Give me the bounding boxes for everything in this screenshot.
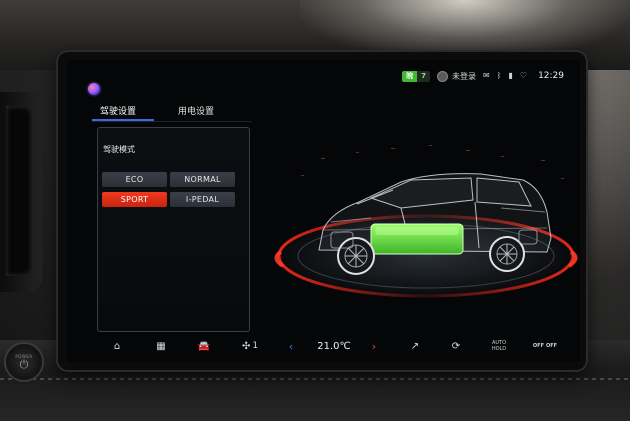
esp-off-label: OFF — [532, 343, 544, 349]
power-icon: ⏻ — [19, 357, 29, 371]
auto-hold-line2: HOLD — [491, 346, 507, 352]
temp-down-button[interactable]: ‹ — [283, 334, 299, 358]
esp-off-button[interactable]: OFF OFF — [528, 334, 562, 358]
apps-grid-icon[interactable]: ▦ — [150, 334, 172, 358]
tab-power-settings[interactable]: 用电设置 — [178, 104, 214, 117]
temp-up-button[interactable]: › — [366, 334, 382, 358]
message-icon[interactable]: ✉ — [483, 71, 490, 81]
tab-drive-settings[interactable]: 驾驶设置 — [100, 104, 136, 117]
drive-mode-panel: 驾驶模式 ECO NORMAL SPORT I-PEDAL — [97, 127, 250, 332]
drive-mode-title: 驾驶模式 — [103, 145, 135, 154]
fan-level: 1 — [252, 341, 259, 351]
mode-eco-button[interactable]: ECO — [102, 172, 167, 187]
esp-off-label-2: OFF — [546, 343, 558, 349]
temperature-readout: 21.0℃ — [317, 340, 351, 352]
fan-control[interactable]: ✣ 1 — [234, 334, 266, 358]
active-tab-indicator — [92, 119, 154, 121]
window-glare — [300, 0, 630, 60]
plate-number: 7 — [417, 70, 430, 82]
infotainment-screen: 皖 7 未登录 ✉ ᛒ ▮ ♡ 12:29 驾驶设置 用电设置 驾驶模式 ECO… — [66, 60, 580, 362]
car-icon[interactable]: 🚘 — [193, 334, 215, 358]
fan-icon: ✣ — [241, 340, 251, 352]
bluetooth-icon: ᛒ — [496, 71, 502, 80]
clock: 12:29 — [538, 71, 564, 81]
mode-sport-button[interactable]: SPORT — [102, 192, 167, 207]
plate-letter: 皖 — [402, 70, 418, 82]
license-plate-badge: 皖 7 — [402, 70, 430, 82]
user-login-label[interactable]: 未登录 — [452, 71, 476, 82]
bottom-dock: ⌂ ▦ 🚘 ✣ 1 ‹ 21.0℃ › ↗ ⟳ AUTO HOLD OFF OF… — [66, 330, 580, 362]
status-bar: 皖 7 未登录 ✉ ᛒ ▮ ♡ 12:29 — [402, 68, 564, 84]
user-avatar-icon[interactable] — [436, 70, 448, 82]
app-logo-icon[interactable] — [88, 83, 100, 95]
car-side-icon[interactable]: ⟳ — [444, 334, 468, 358]
front-wheel — [337, 237, 375, 275]
dashboard-stitching — [0, 378, 630, 380]
wifi-icon: ♡ — [519, 71, 528, 80]
home-icon[interactable]: ⌂ — [106, 334, 128, 358]
mode-ipedal-button[interactable]: I-PEDAL — [170, 192, 235, 207]
power-button[interactable]: POWER ⏻ — [4, 342, 44, 382]
vehicle-visualization — [274, 145, 578, 298]
windshield-defrost-icon[interactable]: ↗ — [404, 334, 426, 358]
air-vent — [0, 92, 42, 292]
auto-hold-button[interactable]: AUTO HOLD — [486, 334, 512, 358]
signal-icon: ▮ — [508, 71, 513, 80]
mode-normal-button[interactable]: NORMAL — [170, 172, 235, 187]
tab-divider — [92, 121, 252, 122]
